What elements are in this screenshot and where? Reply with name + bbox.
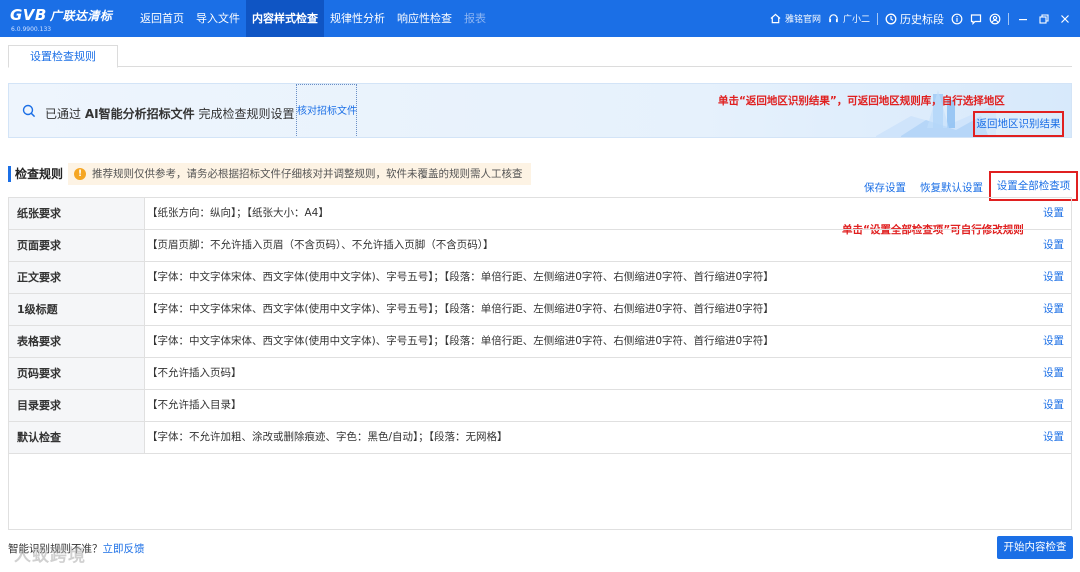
clock-icon [885, 13, 897, 25]
official-website-link[interactable]: 雅铭官网 [770, 12, 821, 25]
logo-text: GVB [10, 6, 47, 24]
rule-value: 【纸张方向：纵向】；【纸张大小：A4】 [147, 207, 329, 219]
rule-name: 表格要求 [9, 326, 145, 357]
nav-content-style-check[interactable]: 内容样式检查 [246, 0, 324, 37]
table-row: 纸张要求 【纸张方向：纵向】；【纸张大小：A4】 设置 [9, 197, 1071, 229]
feedback-question: 智能识别规则不准？ [8, 543, 103, 555]
rule-set-button[interactable]: 设置 [1043, 230, 1064, 261]
assistant-link[interactable]: 广小二 [828, 12, 870, 25]
feedback-icon[interactable] [970, 13, 982, 25]
app-logo: GVB 广联达清标 6.0.9900.133 [10, 5, 132, 33]
toolbar-divider [877, 12, 878, 25]
logo-cn-text: 广联达清标 [49, 9, 113, 23]
rule-set-button[interactable]: 设置 [1043, 294, 1064, 325]
table-row: 页码要求 【不允许插入页码】 设置 [9, 357, 1071, 389]
headset-icon [828, 13, 840, 25]
feedback-link[interactable]: 立即反馈 [103, 543, 145, 555]
tab-set-check-rules[interactable]: 设置检查规则 [8, 45, 118, 68]
history-sections-label: 历史标段 [900, 12, 944, 26]
banner-highlight: AI智能分析招标文件 [84, 107, 195, 121]
ai-analysis-banner: 已通过 AI智能分析招标文件 完成检查规则设置 核对招标文件 单击“返回地区识别… [8, 83, 1072, 138]
rule-name: 页面要求 [9, 230, 145, 261]
rule-name: 页码要求 [9, 358, 145, 389]
rule-name: 目录要求 [9, 390, 145, 421]
table-row: 1级标题 【字体：中文字体宋体、西文字体(使用中文字体)、字号五号】；【段落：单… [9, 293, 1071, 325]
tab-bar: 设置检查规则 [8, 45, 1072, 68]
nav-response-check[interactable]: 响应性检查 [391, 0, 458, 37]
rule-set-button[interactable]: 设置 [1043, 198, 1064, 229]
return-region-result-button[interactable]: 返回地区识别结果 [973, 111, 1064, 137]
nav-report[interactable]: 报表 [458, 0, 492, 37]
table-row: 默认检查 【字体：不允许加粗、涂改或删除痕迹、字色：黑色/自动】；【段落：无网格… [9, 421, 1071, 453]
banner-suffix: 完成检查规则设置 [198, 107, 295, 121]
banner-message: 已通过 AI智能分析招标文件 完成检查规则设置 [45, 105, 294, 122]
minimize-icon[interactable] [1016, 12, 1030, 26]
restore-default-button[interactable]: 恢复默认设置 [920, 180, 983, 195]
table-bottom-divider [9, 453, 1071, 454]
feedback-prompt: 智能识别规则不准？立即反馈 [8, 541, 145, 556]
top-right-toolbar: 雅铭官网 广小二 历史标段 [770, 0, 1072, 37]
banner-prefix: 已通过 [45, 107, 82, 121]
rule-value: 【字体：中文字体宋体、西文字体(使用中文字体)、字号五号】；【段落：单倍行距、左… [147, 335, 774, 347]
home-icon [770, 13, 782, 25]
check-rules-title: 检查规则 [8, 166, 63, 182]
table-row: 目录要求 【不允许插入目录】 设置 [9, 389, 1071, 421]
nav-import-files[interactable]: 导入文件 [190, 0, 246, 37]
top-nav-bar: GVB 广联达清标 6.0.9900.133 返回首页 导入文件 内容样式检查 规… [0, 0, 1080, 37]
warning-icon: ! [74, 168, 86, 180]
rule-value: 【字体：中文字体宋体、西文字体(使用中文字体)、字号五号】；【段落：单倍行距、左… [147, 271, 774, 283]
save-settings-button[interactable]: 保存设置 [864, 180, 906, 195]
restore-window-icon[interactable] [1037, 12, 1051, 26]
main-nav: 返回首页 导入文件 内容样式检查 规律性分析 响应性检查 报表 [134, 0, 492, 37]
table-row: 表格要求 【字体：中文字体宋体、西文字体(使用中文字体)、字号五号】；【段落：单… [9, 325, 1071, 357]
rule-name: 纸张要求 [9, 198, 145, 229]
app-version: 6.0.9900.133 [11, 26, 52, 33]
search-icon [22, 104, 36, 118]
close-icon[interactable] [1058, 12, 1072, 26]
start-content-check-button[interactable]: 开始内容检查 [997, 536, 1073, 559]
rules-tip-text: 推荐规则仅供参考，请务必根据招标文件仔细核对并调整规则，软件未覆盖的规则需人工核… [92, 168, 523, 180]
return-region-annotation: 单击“返回地区识别结果”，可返回地区规则库，自行选择地区 [718, 95, 1005, 107]
rule-set-button[interactable]: 设置 [1043, 358, 1064, 389]
rule-set-button[interactable]: 设置 [1043, 326, 1064, 357]
history-sections-button[interactable]: 历史标段 [885, 11, 944, 27]
rule-name: 1级标题 [9, 294, 145, 325]
nav-pattern-analysis[interactable]: 规律性分析 [324, 0, 391, 37]
rule-set-button[interactable]: 设置 [1043, 422, 1064, 453]
user-icon[interactable] [989, 13, 1001, 25]
rule-value: 【字体：中文字体宋体、西文字体(使用中文字体)、字号五号】；【段落：单倍行距、左… [147, 303, 774, 315]
rules-tip: ! 推荐规则仅供参考，请务必根据招标文件仔细核对并调整规则，软件未覆盖的规则需人… [68, 163, 531, 185]
rule-value: 【页眉页脚：不允许插入页眉（不含页码）、不允许插入页脚（不含页码）】 [147, 239, 494, 251]
rules-table: 纸张要求 【纸张方向：纵向】；【纸张大小：A4】 设置 页面要求 【页眉页脚：不… [8, 197, 1072, 530]
rule-set-button[interactable]: 设置 [1043, 262, 1064, 293]
verify-tender-file-link[interactable]: 核对招标文件 [296, 84, 357, 137]
assistant-label: 广小二 [842, 15, 870, 25]
nav-home[interactable]: 返回首页 [134, 0, 190, 37]
rule-name: 正文要求 [9, 262, 145, 293]
rule-value: 【字体：不允许加粗、涂改或删除痕迹、字色：黑色/自动】；【段落：无网格】 [147, 431, 508, 443]
rule-value: 【不允许插入目录】 [147, 399, 242, 411]
toolbar-divider [1008, 12, 1009, 25]
rule-set-button[interactable]: 设置 [1043, 390, 1064, 421]
official-website-label: 雅铭官网 [784, 15, 821, 25]
rule-value: 【不允许插入页码】 [147, 367, 242, 379]
table-row: 正文要求 【字体：中文字体宋体、西文字体(使用中文字体)、字号五号】；【段落：单… [9, 261, 1071, 293]
rule-name: 默认检查 [9, 422, 145, 453]
table-row: 页面要求 【页眉页脚：不允许插入页眉（不含页码）、不允许插入页脚（不含页码）】 … [9, 229, 1071, 261]
info-icon[interactable] [951, 13, 963, 25]
